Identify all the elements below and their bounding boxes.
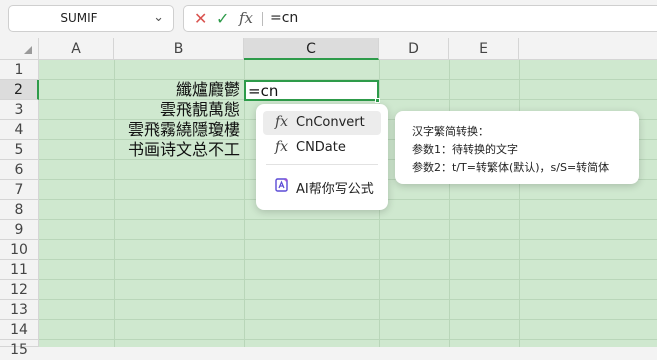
- formula-text[interactable]: =cn: [270, 10, 298, 26]
- gridline: [244, 60, 245, 347]
- column-header-c[interactable]: C: [244, 38, 379, 60]
- insert-function-icon[interactable]: fx: [239, 9, 253, 27]
- column-header-empty: [519, 38, 657, 60]
- function-tooltip: 汉字繁简转换： 参数1：待转换的文字 参数2：t/T=转繁体(默认)，s/S=转…: [395, 111, 639, 184]
- fill-handle[interactable]: [375, 98, 380, 103]
- row-header-9[interactable]: 9: [0, 220, 39, 240]
- ai-sparkle-icon: [275, 178, 288, 192]
- row-header-14[interactable]: 14: [0, 320, 39, 340]
- gridline: [39, 239, 657, 240]
- column-header-b[interactable]: B: [114, 38, 244, 60]
- ai-write-formula-label: AI帮你写公式: [296, 182, 374, 197]
- divider: [262, 12, 263, 26]
- function-icon: fx: [275, 139, 289, 155]
- cell-b4[interactable]: 雲飛霧繞隱瓊樓: [39, 120, 244, 140]
- gridline: [39, 259, 657, 260]
- row-header-2[interactable]: 2: [0, 80, 39, 100]
- column-header-e[interactable]: E: [449, 38, 519, 60]
- function-icon: fx: [275, 114, 289, 130]
- cell-c2-edit-text[interactable]: =cn: [248, 82, 278, 100]
- tooltip-title: 汉字繁简转换：: [412, 125, 489, 138]
- row-header-12[interactable]: 12: [0, 280, 39, 300]
- row-header-6[interactable]: 6: [0, 160, 39, 180]
- row-header-13[interactable]: 13: [0, 300, 39, 320]
- gridline: [39, 219, 657, 220]
- gridline: [39, 279, 657, 280]
- gridline: [449, 60, 450, 347]
- column-header-d[interactable]: D: [379, 38, 449, 60]
- autocomplete-item-label: CnConvert: [296, 115, 365, 130]
- row-header-10[interactable]: 10: [0, 240, 39, 260]
- row-header-15[interactable]: 15: [0, 340, 39, 358]
- row-header-1[interactable]: 1: [0, 60, 39, 80]
- name-box-value: SUMIF: [60, 11, 98, 25]
- row-header-7[interactable]: 7: [0, 180, 39, 200]
- tooltip-param1: 参数1：待转换的文字: [412, 143, 518, 156]
- ai-write-formula-item[interactable]: AI帮你写公式: [263, 174, 381, 198]
- column-header-a[interactable]: A: [39, 38, 114, 60]
- tooltip-param2: 参数2：t/T=转繁体(默认)，s/S=转简体: [412, 161, 610, 174]
- cell-b2[interactable]: 纖爐麚鬱: [39, 80, 244, 100]
- row-header-11[interactable]: 11: [0, 260, 39, 280]
- autocomplete-item-cndate[interactable]: fx CNDate: [263, 136, 381, 160]
- autocomplete-item-cnconvert[interactable]: fx CnConvert: [263, 111, 381, 135]
- name-box[interactable]: SUMIF ⌄: [8, 5, 174, 32]
- cancel-icon[interactable]: ✕: [194, 9, 207, 28]
- row-header-4[interactable]: 4: [0, 120, 39, 140]
- formula-input[interactable]: ✕ ✓ fx =cn: [183, 5, 657, 32]
- row-header-3[interactable]: 3: [0, 100, 39, 120]
- select-all-corner[interactable]: [0, 38, 39, 60]
- gridline: [39, 299, 657, 300]
- formula-bar: SUMIF ⌄ ✕ ✓ fx =cn: [0, 0, 657, 38]
- cell-b5[interactable]: 书画诗文总不工: [39, 140, 244, 160]
- divider: [266, 164, 378, 165]
- gridline: [39, 339, 657, 340]
- cell-b3[interactable]: 雲飛靚萬態: [39, 100, 244, 120]
- row-header-5[interactable]: 5: [0, 140, 39, 160]
- active-cell-c2[interactable]: =cn: [244, 80, 379, 101]
- select-all-icon: [24, 46, 32, 54]
- function-autocomplete: fx CnConvert fx CNDate AI帮你写公式: [256, 104, 388, 210]
- gridline: [519, 60, 520, 347]
- autocomplete-item-label: CNDate: [296, 140, 346, 155]
- confirm-icon[interactable]: ✓: [216, 9, 229, 28]
- gridline: [39, 319, 657, 320]
- row-header-8[interactable]: 8: [0, 200, 39, 220]
- chevron-down-icon[interactable]: ⌄: [153, 10, 164, 25]
